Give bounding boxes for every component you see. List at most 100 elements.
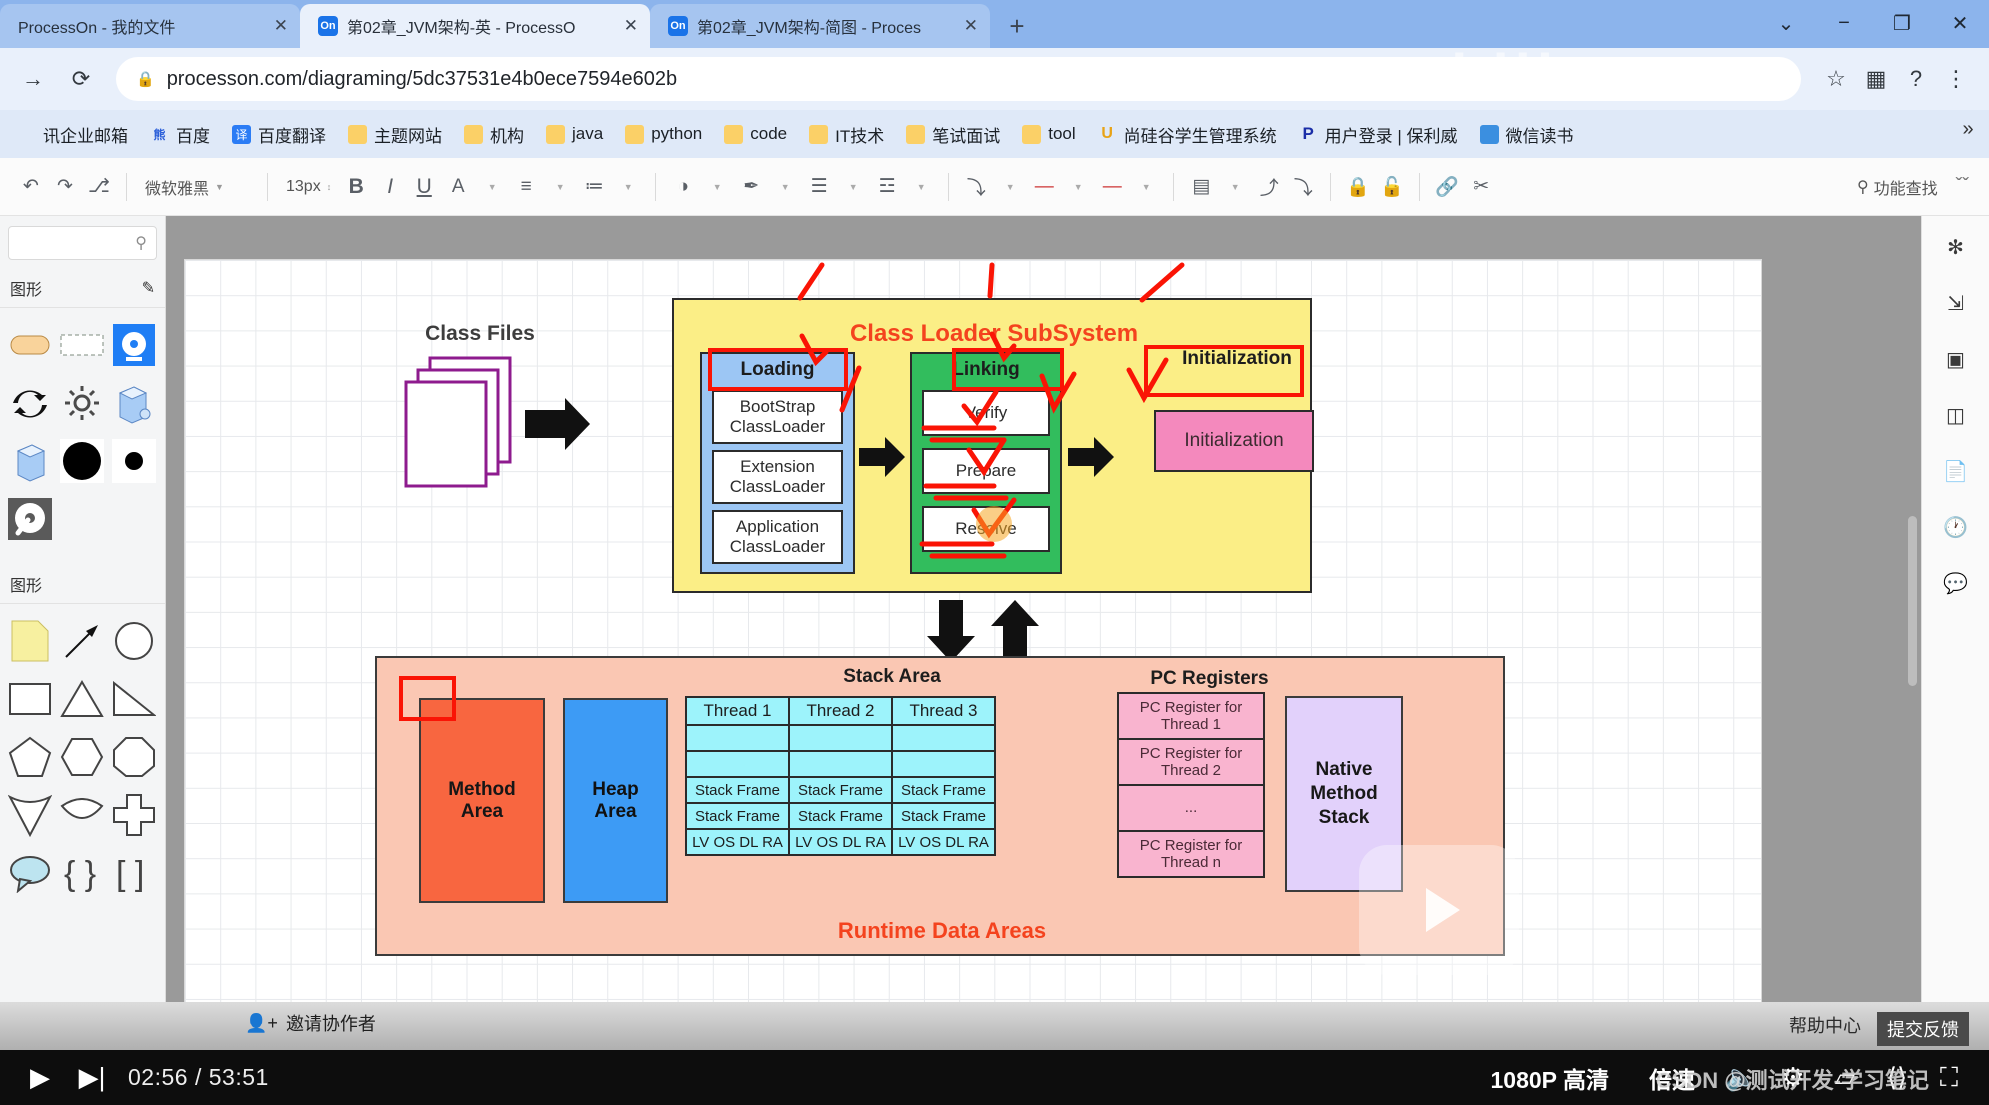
shape-cross[interactable]: [108, 786, 160, 844]
bookmark-item[interactable]: 笔试面试: [895, 116, 1011, 152]
feature-search[interactable]: ⚲ 功能查找: [1857, 175, 1956, 199]
page-icon[interactable]: 📄: [1936, 454, 1976, 488]
comment-icon[interactable]: 💬: [1936, 566, 1976, 600]
shape-callout[interactable]: [4, 844, 56, 902]
shape-arc[interactable]: [56, 786, 108, 844]
help-center-link[interactable]: 帮助中心: [1789, 1012, 1861, 1046]
font-family-select[interactable]: 微软雅黑 ▼: [137, 175, 257, 199]
bookmark-item[interactable]: IT技术: [798, 116, 895, 152]
bookmark-item[interactable]: 熊百度: [139, 116, 221, 152]
browser-tab-2[interactable]: On 第02章_JVM架构-简图 - Proces ✕: [650, 4, 990, 48]
align-button[interactable]: ≡: [509, 169, 543, 205]
line-color-button[interactable]: ✒: [734, 169, 768, 205]
list-button[interactable]: ≔: [577, 169, 611, 205]
close-window-icon[interactable]: ✕: [1931, 0, 1989, 46]
toolbar-expand-icon[interactable]: ˇˇ: [1956, 175, 1975, 198]
browser-tab-1[interactable]: On 第02章_JVM架构-英 - ProcessO ✕: [300, 4, 650, 48]
line-style-button[interactable]: ☰: [802, 169, 836, 205]
font-size-stepper[interactable]: 13px ↕: [278, 178, 339, 196]
redo-icon[interactable]: ↷: [48, 169, 82, 205]
canvas-vertical-scrollbar[interactable]: [1908, 516, 1917, 686]
extension-icon[interactable]: ▦: [1857, 60, 1895, 98]
heap-area-box[interactable]: Heap Area: [563, 698, 668, 903]
align-icon[interactable]: ✻: [1936, 230, 1976, 264]
shape-harddisk[interactable]: [4, 490, 56, 548]
shape-triangle[interactable]: [56, 670, 108, 728]
line-weight-button[interactable]: —: [1027, 169, 1061, 205]
method-area-box[interactable]: Method Area: [419, 698, 545, 903]
canvas-page[interactable]: Class Files Class Loader SubSystem Loadi…: [185, 260, 1761, 1035]
shape-pentagon[interactable]: [4, 728, 56, 786]
close-icon[interactable]: ✕: [964, 16, 978, 36]
thread-column-1[interactable]: Thread 1 Stack Frame Stack Frame LV OS D…: [685, 696, 790, 856]
shape-server-1[interactable]: [108, 374, 160, 432]
shape-brace-pair-2[interactable]: [ ]: [108, 844, 160, 902]
submit-feedback-button[interactable]: 提交反馈: [1877, 1012, 1969, 1046]
link-icon[interactable]: 🔗: [1430, 169, 1464, 205]
shape-arrow[interactable]: [56, 612, 108, 670]
shapes-section-header-1[interactable]: 图形 ✎: [0, 268, 165, 308]
italic-button[interactable]: I: [373, 169, 407, 205]
format-painter-icon[interactable]: ⎇: [82, 169, 116, 205]
browser-menu-icon[interactable]: ⋮: [1937, 60, 1975, 98]
help-icon[interactable]: ?: [1897, 60, 1935, 98]
resize-icon[interactable]: ▣: [1936, 342, 1976, 376]
undo-icon[interactable]: ↶: [14, 169, 48, 205]
send-back-button[interactable]: ⤵: [1286, 169, 1320, 205]
shape-circle-small-black[interactable]: [108, 432, 160, 490]
bookmark-item[interactable]: 主题网站: [337, 116, 453, 152]
shape-hexagon[interactable]: [56, 728, 108, 786]
bookmark-item[interactable]: python: [614, 116, 713, 152]
shape-note[interactable]: [4, 612, 56, 670]
class-loader-subsystem-box[interactable]: Class Loader SubSystem Loading BootStrap…: [672, 298, 1314, 593]
bookmarks-overflow-icon[interactable]: »: [1953, 118, 1983, 141]
bookmark-item[interactable]: 讯企业邮箱: [6, 116, 139, 152]
connector-icon[interactable]: ⇲: [1936, 286, 1976, 320]
reload-icon[interactable]: ⟳: [62, 60, 100, 98]
bold-button[interactable]: B: [339, 169, 373, 205]
diagram-canvas[interactable]: Class Files Class Loader SubSystem Loadi…: [166, 216, 1921, 1069]
quality-selector[interactable]: 1080P 高清: [1471, 1061, 1629, 1095]
bookmark-item[interactable]: code: [713, 116, 798, 152]
dash-style-button[interactable]: ☲: [870, 169, 904, 205]
forward-icon[interactable]: →: [14, 60, 52, 98]
line-type-button[interactable]: —: [1095, 169, 1129, 205]
shape-rectangle[interactable]: [4, 670, 56, 728]
bookmark-item[interactable]: U 尚硅谷学生管理系统: [1087, 116, 1288, 152]
pc-registers-column[interactable]: PC Register for Thread 1 PC Register for T…: [1117, 692, 1265, 878]
bookmark-item[interactable]: tool: [1011, 116, 1086, 152]
new-tab-button[interactable]: +: [1000, 9, 1034, 43]
bookmark-item[interactable]: java: [535, 116, 614, 152]
runtime-data-areas-box[interactable]: Stack Area PC Registers Method Area Heap A…: [375, 656, 1505, 956]
bring-front-button[interactable]: ⤴: [1252, 169, 1286, 205]
thread-column-2[interactable]: Thread 2 Stack Frame Stack Frame LV OS D…: [788, 696, 893, 856]
shape-disc-blue[interactable]: [108, 316, 160, 374]
shape-brace-pair-1[interactable]: { }: [56, 844, 108, 902]
next-button[interactable]: ▶|: [66, 1052, 118, 1104]
bookmark-item[interactable]: 译百度翻译: [221, 116, 337, 152]
shape-search-input[interactable]: ⚲: [8, 226, 157, 260]
edit-icon[interactable]: ✎: [142, 278, 155, 298]
shape-circle[interactable]: [108, 612, 160, 670]
close-icon[interactable]: ✕: [624, 16, 638, 36]
shape-server-2[interactable]: [4, 432, 56, 490]
fullscreen-icon[interactable]: ⛶: [1923, 1052, 1975, 1104]
minimize-icon[interactable]: −: [1815, 0, 1873, 46]
fill-color-button[interactable]: ◑: [666, 169, 700, 205]
bookmark-item[interactable]: 机构: [453, 116, 535, 152]
text-color-button[interactable]: A: [441, 169, 475, 205]
layers-icon[interactable]: ◫: [1936, 398, 1976, 432]
close-icon[interactable]: ✕: [274, 16, 288, 36]
unlock-icon[interactable]: 🔓: [1375, 169, 1409, 205]
shape-sync-arrows[interactable]: [4, 374, 56, 432]
bookmark-star-icon[interactable]: ☆: [1817, 60, 1855, 98]
browser-tab-0[interactable]: ProcessOn - 我的文件 ✕: [0, 4, 300, 48]
underline-button[interactable]: U: [407, 169, 441, 205]
chevron-down-icon[interactable]: ⌄: [1757, 0, 1815, 46]
bookmark-item[interactable]: P 用户登录 | 保利威: [1288, 116, 1469, 152]
history-icon[interactable]: 🕐: [1936, 510, 1976, 544]
shape-octagon[interactable]: [108, 728, 160, 786]
thread-column-3[interactable]: Thread 3 Stack Frame Stack Frame LV OS D…: [891, 696, 996, 856]
shape-dashed-rect[interactable]: [56, 316, 108, 374]
shape-right-triangle[interactable]: [108, 670, 160, 728]
